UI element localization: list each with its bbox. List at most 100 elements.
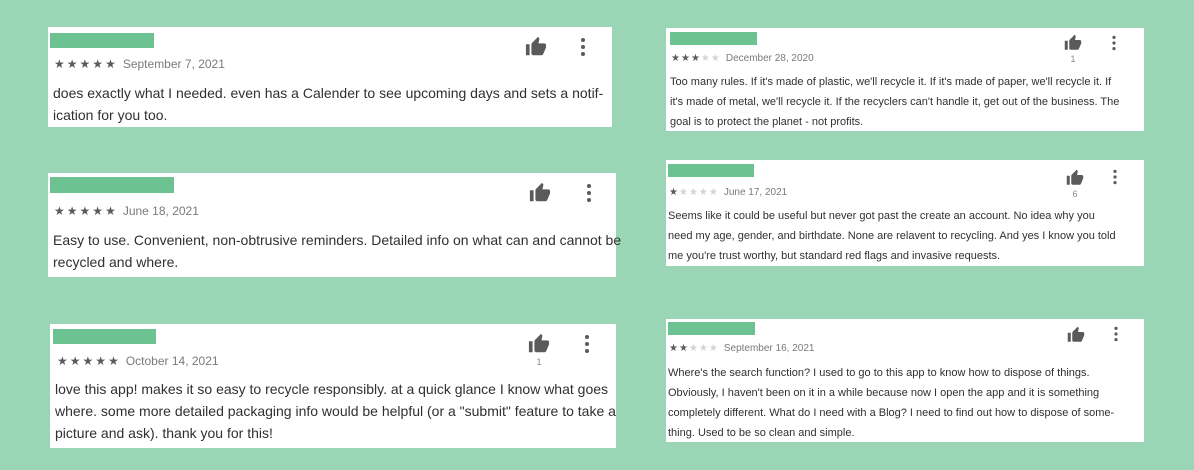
review-card: ★ ★ ★ ★ ★ June 18, 2021 Easy to use. Conveni… [48, 173, 621, 277]
review-text: Seems like it could be useful but never … [668, 206, 1116, 266]
review-card: ★ ★ ★ ★ ★ September 7, 2021 does exactly wha… [48, 27, 612, 127]
star-icon: ★ [678, 343, 688, 354]
thumbs-up-icon [529, 182, 551, 202]
review-text-line: picture and ask). thank you for this! [55, 425, 273, 441]
star-icon: ★ [95, 354, 107, 368]
review-text-line: Easy to use. Convenient, non-obtrusive r… [53, 232, 622, 248]
review-text: Too many rules. If it's made of plastic,… [670, 72, 1119, 132]
review-text: love this app! makes it so easy to recyc… [55, 378, 616, 444]
star-icon: ★ [105, 204, 116, 218]
star-empty-icon: ★ [678, 187, 688, 198]
more-vert-icon [587, 184, 591, 202]
more-vert-icon [1114, 326, 1118, 342]
more-options-button[interactable] [578, 37, 588, 62]
more-options-button[interactable] [1111, 169, 1119, 190]
helpful-button[interactable]: 6 [1065, 169, 1085, 199]
review-card: ★ ★ ★ ★ ★ October 14, 2021 love this app! ma… [50, 324, 616, 448]
star-empty-icon: ★ [708, 343, 718, 354]
review-text-line: it's made of metal, we'll recycle it. If… [670, 96, 1120, 108]
star-icon: ★ [79, 57, 91, 71]
helpful-button[interactable] [528, 182, 552, 204]
review-text-line: need my age, gender, and birthdate. None… [668, 230, 1116, 242]
review-date: September 16, 2021 [723, 343, 815, 354]
review-text-line: Obviously, I haven't been on it in a whi… [668, 387, 1100, 399]
review-card: ★ ★ ★ ★ ★ December 28, 2020 Too many rules. … [666, 28, 1144, 131]
review-card: ★ ★ ★ ★ ★ June 17, 2021 Seems like it could … [666, 160, 1144, 266]
rating-row: ★ ★ ★ ★ ★ December 28, 2020 [671, 53, 814, 64]
helpful-button[interactable] [1066, 326, 1086, 344]
thumbs-up-icon [525, 36, 547, 56]
thumbs-up-icon [1064, 34, 1082, 50]
star-icon: ★ [66, 204, 78, 218]
review-date: June 18, 2021 [122, 204, 199, 218]
star-icon: ★ [79, 204, 91, 218]
rating-row: ★ ★ ★ ★ ★ September 16, 2021 [669, 343, 814, 354]
review-text-line: Where's the search function? I used to g… [668, 367, 1090, 379]
rating-row: ★ ★ ★ ★ ★ June 18, 2021 [54, 204, 199, 218]
review-text: Easy to use. Convenient, non-obtrusive r… [53, 229, 621, 273]
more-options-button[interactable] [1110, 35, 1118, 56]
more-options-button[interactable] [582, 334, 592, 359]
review-text-line: me you're trust worthy, but standard red… [668, 250, 1001, 262]
review-date: December 28, 2020 [725, 53, 814, 64]
review-text-line: thing. Used to be so clean and simple. [668, 427, 855, 439]
more-options-button[interactable] [584, 183, 594, 208]
more-options-button[interactable] [1112, 326, 1120, 347]
star-icon: ★ [82, 354, 94, 368]
star-empty-icon: ★ [700, 53, 710, 64]
more-vert-icon [581, 38, 585, 56]
review-date: October 14, 2021 [125, 354, 219, 368]
star-icon: ★ [92, 204, 104, 218]
star-icon: ★ [54, 57, 65, 71]
star-icon: ★ [92, 57, 104, 71]
review-text-line: Too many rules. If it's made of plastic,… [670, 76, 1112, 88]
rating-row: ★ ★ ★ ★ ★ June 17, 2021 [669, 187, 787, 198]
star-icon: ★ [671, 53, 680, 64]
review-text-line: recycled and where. [53, 254, 179, 270]
reviewer-name-redacted [50, 177, 174, 193]
star-empty-icon: ★ [710, 53, 720, 64]
star-icon: ★ [669, 187, 678, 198]
reviewer-name-redacted [53, 329, 156, 344]
star-empty-icon: ★ [688, 343, 698, 354]
star-icon: ★ [54, 204, 65, 218]
more-vert-icon [1112, 35, 1116, 51]
review-date: June 17, 2021 [723, 187, 788, 198]
star-icon: ★ [69, 354, 81, 368]
helpful-count: 1 [536, 357, 542, 367]
star-empty-icon: ★ [688, 187, 698, 198]
helpful-button[interactable]: 1 [1063, 34, 1083, 64]
star-icon: ★ [57, 354, 68, 368]
star-empty-icon: ★ [698, 343, 708, 354]
reviewer-name-redacted [50, 33, 154, 48]
review-text-line: Seems like it could be useful but never … [668, 210, 1095, 222]
star-icon: ★ [108, 354, 119, 368]
helpful-button[interactable]: 1 [527, 333, 551, 367]
helpful-count: 1 [1070, 54, 1076, 64]
more-vert-icon [1113, 169, 1117, 185]
thumbs-up-icon [528, 333, 550, 353]
review-card: ★ ★ ★ ★ ★ September 16, 2021 Where's the sea… [666, 319, 1144, 442]
helpful-button[interactable] [524, 36, 548, 58]
reviewer-name-redacted [668, 164, 754, 177]
review-text-line: does exactly what I needed. even has a C… [53, 85, 604, 101]
review-date: September 7, 2021 [122, 57, 225, 71]
rating-row: ★ ★ ★ ★ ★ September 7, 2021 [54, 57, 225, 71]
review-text-line: where. some more detailed packaging info… [55, 403, 616, 419]
helpful-count: 6 [1072, 189, 1078, 199]
thumbs-up-icon [1067, 326, 1085, 342]
review-text: does exactly what I needed. even has a C… [53, 82, 603, 126]
star-icon: ★ [669, 343, 678, 354]
star-icon: ★ [690, 53, 700, 64]
review-text: Where's the search function? I used to g… [668, 363, 1114, 443]
star-icon: ★ [105, 57, 116, 71]
review-text-line: completely different. What do I need wit… [668, 407, 1115, 419]
review-text-line: goal is to protect the planet - not prof… [670, 116, 864, 128]
star-empty-icon: ★ [708, 187, 718, 198]
more-vert-icon [585, 335, 589, 353]
review-text-line: love this app! makes it so easy to recyc… [55, 381, 609, 397]
reviewer-name-redacted [668, 322, 755, 335]
reviewer-name-redacted [670, 32, 757, 45]
star-icon: ★ [680, 53, 690, 64]
review-text-line: ication for you too. [53, 107, 168, 123]
